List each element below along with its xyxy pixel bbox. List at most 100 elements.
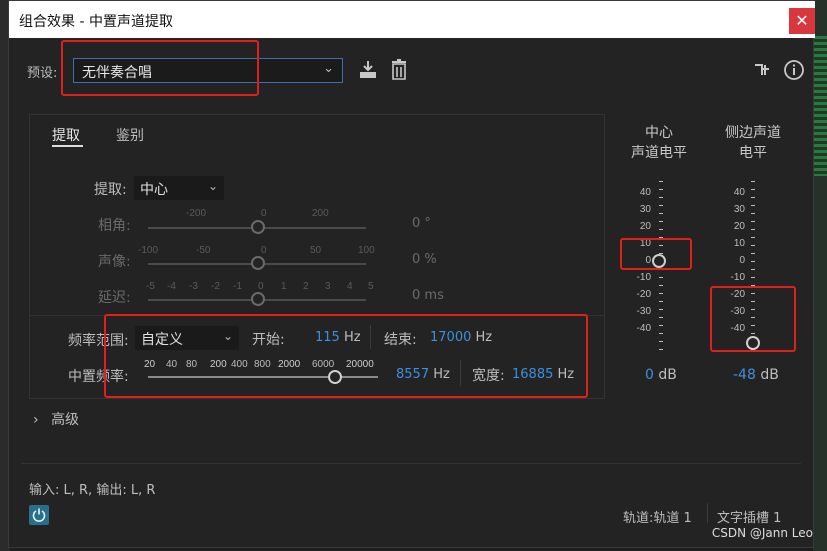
meter-tick-label: -10 [636, 272, 651, 283]
meter-tick-label: -40 [636, 323, 651, 334]
side-meter-title: 侧边声道 电平 [725, 125, 781, 161]
tab-extract[interactable]: 提取 [52, 125, 80, 145]
center-freq-slider-track[interactable] [148, 376, 378, 378]
pan-scale-tick: 100 [358, 245, 375, 256]
width-value[interactable]: 16885 Hz [512, 367, 574, 382]
center-freq-scale-tick: 200 [210, 359, 227, 370]
side-meter-knob[interactable] [746, 335, 760, 350]
center-meter-knob[interactable] [652, 254, 666, 268]
delay-scale-tick: 4 [347, 281, 353, 292]
delay-scale-tick: 2 [303, 281, 309, 292]
phase-slider-knob[interactable] [251, 220, 265, 234]
width-label: 宽度: [472, 368, 505, 384]
io-routing-text: 输入: L, R, 输出: L, R [29, 483, 156, 498]
center-freq-scale-tick: 40 [166, 359, 178, 370]
section-divider [30, 315, 604, 316]
power-button[interactable] [29, 505, 49, 525]
meter-tick-label: 40 [639, 187, 651, 198]
phase-label: 相角: [98, 218, 131, 234]
meter-tick-label: -10 [730, 272, 745, 283]
save-preset-icon[interactable] [357, 59, 379, 81]
center-meter-value: 0 dB [645, 367, 677, 383]
preset-row: 预设: 无伴奏合唱 ⌄ [9, 51, 815, 89]
active-tab-indicator [52, 145, 83, 147]
delay-label: 延迟: [98, 290, 131, 306]
center-freq-slider-knob[interactable] [328, 370, 342, 384]
meter-tick-label: 40 [733, 187, 745, 198]
freq-range-select[interactable]: 自定义 ⌄ [135, 326, 239, 350]
meter-tick-label: 10 [733, 238, 745, 249]
side-meter-track[interactable] [751, 181, 755, 353]
center-freq-label: 中置频率: [68, 369, 129, 385]
delay-scale-tick: -4 [167, 281, 176, 292]
start-value[interactable]: 115 Hz [315, 330, 361, 345]
preset-select[interactable]: 无伴奏合唱 ⌄ [73, 58, 343, 83]
info-icon[interactable] [783, 59, 805, 81]
meter-tick-label: -40 [730, 323, 745, 334]
extract-label: 提取: [94, 182, 127, 198]
title-bar: 组合效果 - 中置声道提取 ✕ [9, 1, 815, 38]
tab-discrimination[interactable]: 鉴别 [116, 125, 144, 145]
delay-slider-knob[interactable] [251, 292, 265, 306]
delete-preset-icon[interactable] [389, 59, 409, 81]
footer-divider-v [707, 503, 708, 523]
chevron-down-icon: ⌄ [207, 179, 218, 193]
center-freq-scale-tick: 800 [254, 359, 271, 370]
field-divider [460, 360, 461, 386]
pan-scale-tick: -100 [138, 245, 159, 256]
end-value[interactable]: 17000 Hz [430, 330, 492, 345]
effect-dialog: 组合效果 - 中置声道提取 ✕ 预设: 无伴奏合唱 ⌄ 提取 鉴别 提取: 中心… [8, 0, 815, 548]
center-freq-scale-tick: 20 [144, 359, 156, 370]
meter-tick-label: 0 [645, 255, 651, 266]
meter-tick-label: 0 [739, 255, 745, 266]
phase-scale-tick: 200 [312, 208, 329, 219]
slot-label: 文字插槽 1 [717, 511, 782, 526]
meter-tick-label: -30 [636, 306, 651, 317]
phase-scale-tick: -200 [186, 208, 207, 219]
delay-scale-tick: -5 [146, 281, 155, 292]
advanced-toggle[interactable]: › 高级 [33, 409, 79, 429]
center-freq-scale-tick: 80 [186, 359, 198, 370]
waveform-strip [813, 36, 827, 176]
close-button[interactable]: ✕ [789, 8, 815, 34]
delay-scale-tick: -3 [189, 281, 198, 292]
center-freq-scale-tick: 6000 [312, 359, 335, 370]
delay-scale-tick: 0 [258, 281, 264, 292]
pan-scale-tick: -50 [196, 245, 211, 256]
extract-select[interactable]: 中心 ⌄ [134, 176, 224, 200]
delay-scale-tick: 1 [281, 281, 287, 292]
delay-scale-tick: -2 [211, 281, 220, 292]
routing-icon[interactable] [753, 59, 773, 81]
meter-tick-label: -20 [636, 289, 651, 300]
delay-value: 0 ms [412, 288, 444, 303]
center-freq-value[interactable]: 8557 Hz [396, 367, 450, 382]
field-divider [370, 325, 371, 349]
side-meter-value: -48 dB [733, 367, 779, 383]
chevron-down-icon: ⌄ [222, 329, 233, 343]
pan-scale-tick: 50 [310, 245, 322, 256]
meter-tick-label: -30 [730, 306, 745, 317]
phase-value: 0 ° [412, 216, 431, 231]
footer-divider [21, 463, 801, 464]
phase-scale-tick: 0 [261, 208, 267, 219]
extract-value: 中心 [140, 182, 168, 198]
chevron-down-icon: ⌄ [323, 61, 334, 76]
chevron-right-icon: › [33, 412, 39, 428]
delay-scale-tick: 5 [368, 281, 374, 292]
freq-range-label: 频率范围: [68, 333, 129, 349]
pan-scale-tick: 0 [261, 245, 267, 256]
meter-tick-label: 20 [733, 221, 745, 232]
center-freq-scale-tick: 2000 [278, 359, 301, 370]
preset-label: 预设: [27, 66, 58, 81]
watermark: CSDN @Jann Leo [711, 526, 813, 540]
preset-value: 无伴奏合唱 [82, 65, 152, 81]
track-label: 轨道:轨道 1 [623, 511, 692, 526]
pan-slider-knob[interactable] [251, 256, 265, 270]
window-title: 组合效果 - 中置声道提取 [19, 14, 173, 30]
settings-panel: 提取 鉴别 提取: 中心 ⌄ 相角: -200 0 200 0 ° 声像: -1… [29, 114, 605, 399]
start-label: 开始: [252, 332, 285, 348]
meter-tick-label: -20 [730, 289, 745, 300]
meter-tick-label: 30 [639, 204, 651, 215]
delay-scale-tick: -1 [233, 281, 242, 292]
center-freq-scale-tick: 20000 [346, 359, 374, 370]
